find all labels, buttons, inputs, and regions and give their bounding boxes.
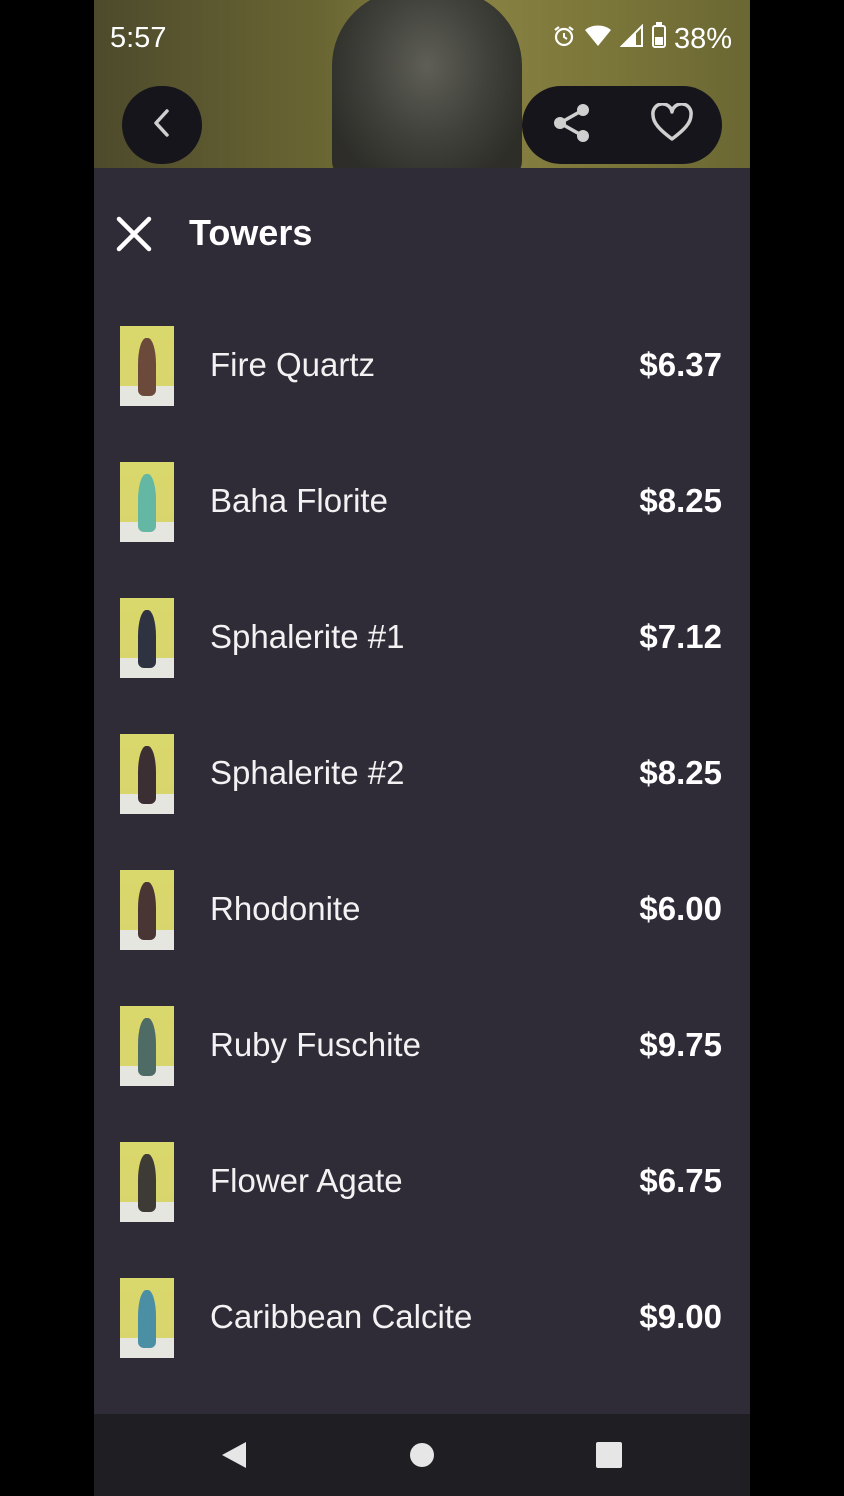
- triangle-back-icon[interactable]: [220, 1440, 248, 1475]
- product-thumbnail: [120, 1006, 174, 1086]
- product-price: $6.75: [639, 1162, 722, 1199]
- list-item[interactable]: Flower Agate $6.75: [94, 1114, 750, 1250]
- wifi-icon: [584, 23, 612, 56]
- crystal-image: [138, 1018, 156, 1076]
- list-item[interactable]: Fire Quartz $6.37: [94, 298, 750, 434]
- product-thumbnail: [120, 1142, 174, 1222]
- product-price: $8.25: [639, 482, 722, 519]
- back-button[interactable]: [122, 86, 202, 164]
- product-name: Ruby Fuschite: [210, 1026, 421, 1063]
- product-name: Rhodonite: [210, 890, 361, 927]
- product-price: $8.25: [639, 754, 722, 791]
- sheet-title: Towers: [189, 212, 313, 253]
- product-price: $6.37: [639, 346, 722, 383]
- crystal-image: [138, 1154, 156, 1212]
- close-icon[interactable]: [112, 212, 156, 256]
- phone-screen: 5:57 38% Towers Fire Quartz $6.37 Baha F…: [94, 0, 750, 1496]
- product-name: Baha Florite: [210, 482, 388, 519]
- product-name: Fire Quartz: [210, 346, 376, 383]
- crystal-image: [138, 1290, 156, 1348]
- product-price: $9.75: [639, 1026, 722, 1063]
- product-thumbnail: [120, 598, 174, 678]
- status-icons: 38%: [552, 22, 732, 56]
- product-name: Sphalerite #2: [210, 754, 405, 791]
- crystal-image: [138, 474, 156, 532]
- cell-signal-icon: [619, 23, 644, 56]
- action-buttons: [522, 86, 722, 164]
- product-list: Fire Quartz $6.37 Baha Florite $8.25 Sph…: [94, 298, 750, 1386]
- battery-percent: 38%: [673, 22, 732, 55]
- list-item[interactable]: Sphalerite #1 $7.12: [94, 570, 750, 706]
- square-recents-icon[interactable]: [596, 1440, 624, 1475]
- list-item[interactable]: Baha Florite $8.25: [94, 434, 750, 570]
- heart-icon[interactable]: [650, 101, 694, 148]
- product-name: Caribbean Calcite: [210, 1298, 473, 1335]
- product-name: Sphalerite #1: [210, 618, 405, 655]
- list-item[interactable]: Rhodonite $6.00: [94, 842, 750, 978]
- product-thumbnail: [120, 734, 174, 814]
- sheet-header: Towers: [94, 190, 750, 280]
- product-price: $7.12: [639, 618, 722, 655]
- alarm-icon: [552, 23, 576, 56]
- battery-icon: [651, 22, 666, 56]
- product-price: $6.00: [639, 890, 722, 927]
- share-icon[interactable]: [551, 102, 593, 149]
- circle-home-icon[interactable]: [410, 1440, 438, 1475]
- product-name: Flower Agate: [210, 1162, 403, 1199]
- system-nav-bar: [94, 1414, 750, 1496]
- product-thumbnail: [120, 326, 174, 406]
- product-price: $9.00: [639, 1298, 722, 1335]
- tower-photo: [332, 0, 522, 168]
- list-item[interactable]: Caribbean Calcite $9.00: [94, 1250, 750, 1386]
- crystal-image: [138, 746, 156, 804]
- product-photo-header: 5:57 38%: [94, 0, 750, 168]
- list-item[interactable]: Ruby Fuschite $9.75: [94, 978, 750, 1114]
- crystal-image: [138, 882, 156, 940]
- product-thumbnail: [120, 1278, 174, 1358]
- list-item[interactable]: Sphalerite #2 $8.25: [94, 706, 750, 842]
- status-time: 5:57: [110, 22, 167, 54]
- product-thumbnail: [120, 462, 174, 542]
- crystal-image: [138, 338, 156, 396]
- product-thumbnail: [120, 870, 174, 950]
- chevron-left-icon: [150, 108, 174, 143]
- crystal-image: [138, 610, 156, 668]
